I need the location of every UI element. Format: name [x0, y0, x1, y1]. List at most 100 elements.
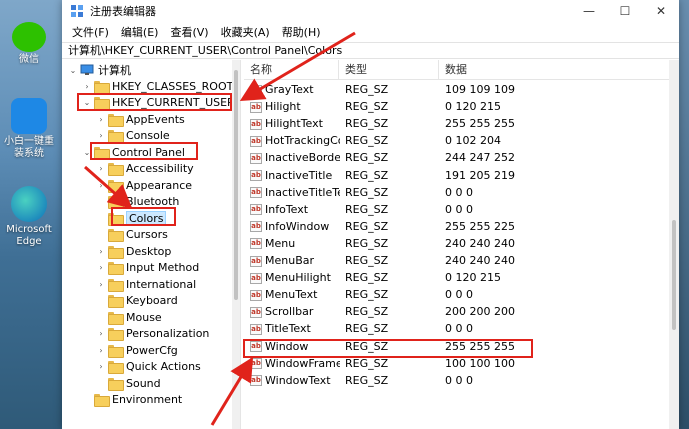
value-name-cell: ab TitleText: [250, 320, 340, 337]
list-scrollbar-thumb[interactable]: [672, 220, 676, 330]
window-title: 注册表编辑器: [90, 5, 156, 18]
value-name-cell: abHotTrackingCo...: [250, 132, 340, 149]
list-scrollbar[interactable]: [669, 60, 679, 429]
column-header-data[interactable]: 数据: [439, 60, 679, 80]
tree-node-cursors[interactable]: Cursors: [96, 226, 168, 242]
value-row[interactable]: abInactiveTitleText REG_SZ 0 0 0: [244, 184, 679, 201]
value-row[interactable]: ab InactiveBorder REG_SZ 244 247 252: [244, 149, 679, 166]
value-name-cell: abInactiveTitleText: [250, 184, 340, 201]
tree-node-appearance[interactable]: › Appearance: [96, 177, 192, 193]
folder-icon: [108, 294, 124, 308]
tree-node-input-method[interactable]: › Input Method: [96, 259, 199, 275]
folder-icon: [108, 162, 124, 176]
string-value-icon: ab: [250, 272, 262, 284]
chevron-right-icon[interactable]: ›: [96, 362, 106, 371]
value-name: InactiveTitle: [265, 168, 333, 182]
chevron-right-icon[interactable]: ›: [96, 247, 106, 256]
folder-icon: [108, 228, 124, 242]
folder-icon: [108, 195, 124, 209]
string-value-icon: ab: [250, 170, 262, 181]
tree-node-international[interactable]: › International: [96, 276, 196, 292]
value-row[interactable]: ab MenuHilight REG_SZ 0 120 215: [244, 269, 679, 286]
value-row[interactable]: ab WindowText REG_SZ 0 0 0: [244, 372, 679, 389]
value-row[interactable]: ab GrayText REG_SZ 109 109 109: [244, 81, 679, 98]
tree-node-console[interactable]: › Console: [96, 127, 170, 143]
tree-node-appevents[interactable]: › AppEvents: [96, 111, 185, 127]
value-name: InfoWindow: [265, 219, 330, 233]
value-row[interactable]: ab TitleText REG_SZ 0 0 0: [244, 320, 679, 337]
value-name: Hilight: [265, 100, 301, 114]
column-header-type[interactable]: 类型: [339, 60, 439, 80]
highlight-window-row: [243, 339, 533, 358]
tree-node-environment[interactable]: Environment: [82, 391, 182, 407]
value-name: InactiveBorder: [265, 151, 340, 165]
tree-node-quick-actions[interactable]: › Quick Actions: [96, 358, 201, 374]
chevron-right-icon[interactable]: ›: [96, 329, 106, 338]
chevron-right-icon[interactable]: ›: [96, 164, 106, 173]
chevron-right-icon[interactable]: ›: [96, 115, 106, 124]
menu-edit[interactable]: 编辑(E): [115, 24, 165, 40]
minimize-button[interactable]: —: [571, 0, 607, 22]
value-data: 255 255 225: [445, 219, 515, 233]
regedit-icon: [70, 4, 84, 18]
tree-node-label: 计算机: [98, 64, 131, 77]
value-row[interactable]: ab InfoText REG_SZ 0 0 0: [244, 201, 679, 218]
chevron-right-icon[interactable]: ›: [96, 131, 106, 140]
value-data: 244 247 252: [445, 151, 515, 165]
tree-node-label: Desktop: [126, 244, 172, 258]
value-row[interactable]: abHotTrackingCo... REG_SZ 0 102 204: [244, 132, 679, 149]
tree-scrollbar-thumb[interactable]: [234, 70, 238, 300]
value-row[interactable]: ab InactiveTitle REG_SZ 191 205 219: [244, 167, 679, 184]
value-name: MenuBar: [265, 254, 315, 267]
value-name: GrayText: [265, 83, 314, 96]
tree-node-desktop[interactable]: › Desktop: [96, 243, 171, 259]
tree-node-keyboard[interactable]: Keyboard: [96, 292, 178, 308]
title-bar[interactable]: 注册表编辑器 — ☐ ✕: [62, 0, 679, 22]
chevron-right-icon[interactable]: ›: [96, 263, 106, 272]
menu-favorites[interactable]: 收藏夹(A): [215, 24, 276, 40]
value-name-cell: ab MenuBar: [250, 252, 340, 269]
value-row[interactable]: ab MenuBar REG_SZ 240 240 240: [244, 252, 679, 269]
tree-node-label: Cursors: [126, 227, 168, 241]
tree-node-personalization[interactable]: › Personalization: [96, 325, 209, 341]
tree-scrollbar[interactable]: [232, 60, 240, 429]
value-row[interactable]: ab HilightText REG_SZ 255 255 255: [244, 115, 679, 132]
address-bar[interactable]: 计算机\HKEY_CURRENT_USER\Control Panel\Colo…: [62, 42, 679, 59]
string-value-icon: ab: [250, 255, 262, 267]
desktop-icon-edge[interactable]: Microsoft Edge: [0, 186, 58, 248]
column-header-name[interactable]: 名称: [244, 60, 339, 80]
tree-node-sound[interactable]: Sound: [96, 375, 161, 391]
value-row[interactable]: ab Hilight REG_SZ 0 120 215: [244, 98, 679, 115]
folder-icon: [108, 245, 124, 259]
chevron-down-icon[interactable]: ⌄: [68, 66, 78, 75]
tree-node-mouse[interactable]: Mouse: [96, 309, 162, 325]
tree-node-label: Accessibility: [126, 161, 194, 175]
maximize-button[interactable]: ☐: [607, 0, 643, 22]
desktop-icon-xiaobai[interactable]: 小白一键重装系统: [0, 98, 58, 160]
list-header: 名称 类型 数据: [244, 60, 679, 80]
tree-node-label: Appearance: [126, 178, 193, 192]
chevron-right-icon[interactable]: ›: [82, 82, 92, 91]
chevron-right-icon[interactable]: ›: [96, 280, 106, 289]
value-name: InfoText: [265, 202, 309, 216]
folder-icon: [108, 360, 124, 374]
value-row[interactable]: ab Menu REG_SZ 240 240 240: [244, 235, 679, 252]
menu-file[interactable]: 文件(F): [66, 24, 115, 40]
chevron-right-icon[interactable]: ›: [96, 181, 106, 190]
desktop-icon-wechat[interactable]: 微信: [0, 22, 58, 66]
tree-node-hkey-classes-root[interactable]: › HKEY_CLASSES_ROOT: [82, 78, 232, 94]
tree-node-accessibility[interactable]: › Accessibility: [96, 160, 194, 176]
highlight-control-panel: [90, 142, 198, 160]
tree-node-powercfg[interactable]: › PowerCfg: [96, 342, 178, 358]
value-name: HilightText: [265, 117, 323, 131]
close-button[interactable]: ✕: [643, 0, 679, 22]
menu-view[interactable]: 查看(V): [164, 24, 214, 40]
string-value-icon: ab: [250, 221, 262, 233]
chevron-right-icon[interactable]: ›: [96, 346, 106, 355]
menu-help[interactable]: 帮助(H): [276, 24, 327, 40]
value-row[interactable]: ab InfoWindow REG_SZ 255 255 225: [244, 218, 679, 235]
value-row[interactable]: ab MenuText REG_SZ 0 0 0: [244, 286, 679, 303]
value-name: WindowFrame: [265, 356, 340, 370]
tree-node-computer[interactable]: ⌄ 计算机: [68, 62, 131, 78]
value-row[interactable]: ab Scrollbar REG_SZ 200 200 200: [244, 303, 679, 320]
